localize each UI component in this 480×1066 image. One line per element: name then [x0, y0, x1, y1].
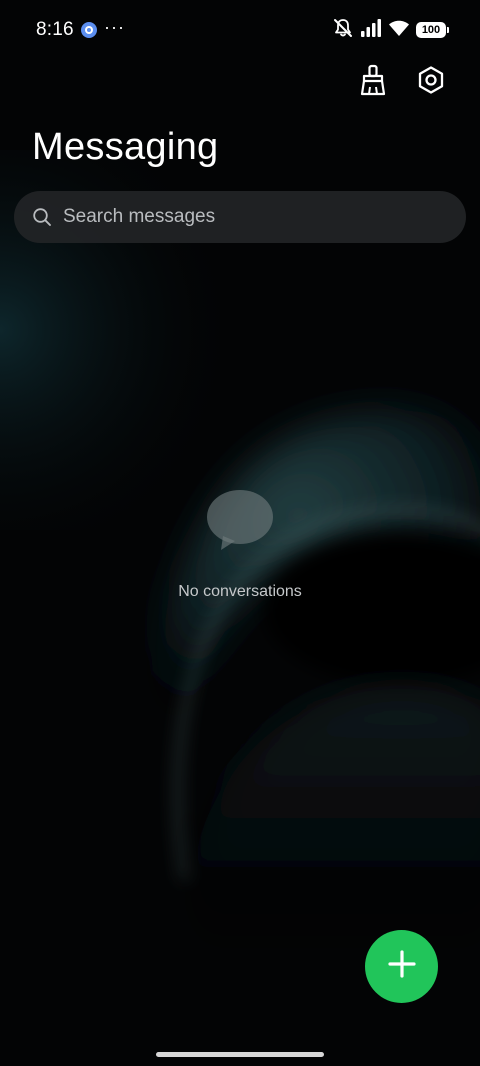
- home-indicator[interactable]: [156, 1052, 324, 1057]
- search-input[interactable]: Search messages: [14, 191, 466, 243]
- settings-button[interactable]: [413, 64, 449, 100]
- messaging-screen: 8:16 ··· 100 Messaging Search messages N…: [0, 0, 480, 1066]
- status-time: 8:16: [36, 19, 74, 40]
- search-icon: [32, 207, 52, 227]
- app-notification-icon: [80, 21, 98, 39]
- plus-icon: [387, 949, 417, 984]
- new-conversation-button[interactable]: [365, 930, 438, 1003]
- battery-icon: 100: [416, 22, 449, 38]
- settings-hex-icon: [416, 65, 446, 100]
- empty-state-text: No conversations: [178, 583, 302, 600]
- chat-bubble-icon: [207, 490, 273, 550]
- broom-icon: [358, 64, 388, 101]
- more-notifications-indicator: ···: [104, 17, 125, 37]
- wifi-icon: [388, 18, 410, 43]
- status-icons: 100: [332, 17, 449, 44]
- page-title: Messaging: [32, 126, 219, 168]
- empty-state: No conversations: [0, 488, 480, 601]
- clean-up-button[interactable]: [355, 64, 391, 100]
- mute-icon: [332, 17, 354, 44]
- search-placeholder: Search messages: [63, 206, 216, 227]
- signal-icon: [360, 18, 382, 43]
- status-bar: 8:16 ··· 100: [0, 0, 480, 60]
